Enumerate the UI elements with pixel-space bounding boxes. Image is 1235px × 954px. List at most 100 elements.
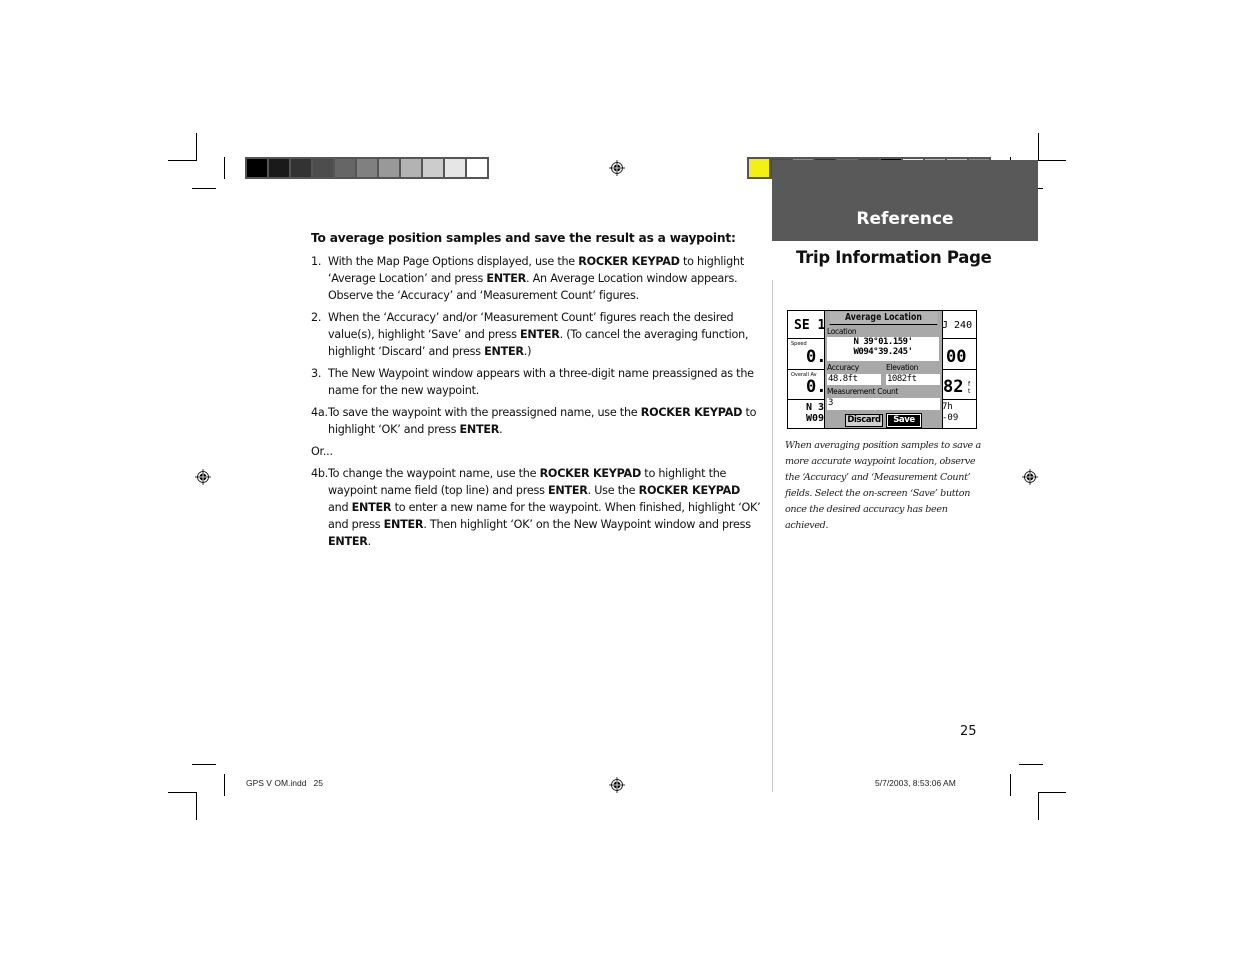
- crop-mark: [224, 774, 225, 796]
- location-field[interactable]: N 39°01.159' W094°39.245': [827, 337, 939, 361]
- crop-mark: [192, 764, 216, 765]
- procedure-step: 4b. To change the waypoint name, use the …: [311, 465, 761, 550]
- step-number: 4a.: [311, 406, 328, 419]
- section-title: Trip Information Page: [796, 248, 992, 267]
- accuracy-label: Accuracy: [827, 363, 859, 372]
- reference-tab-title: Reference: [856, 209, 954, 229]
- registration-mark-icon: [195, 469, 211, 485]
- discard-button[interactable]: Discard: [845, 414, 883, 427]
- gray-swatch: [269, 159, 289, 177]
- heading-left: SE 1: [794, 318, 826, 333]
- crop-mark: [1038, 160, 1066, 161]
- key-name: ENTER: [520, 328, 560, 341]
- right-small-1: 7h: [942, 402, 953, 412]
- slug-filename: GPS V OM.indd 25: [246, 778, 324, 788]
- step-text: . Then highlight ‘OK’ on the New Waypoin…: [423, 518, 751, 531]
- gray-swatch: [445, 159, 465, 177]
- step-text: The New Waypoint window appears with a t…: [328, 367, 754, 397]
- column-divider: [772, 280, 773, 792]
- position-left-2: W09: [806, 413, 825, 424]
- crop-mark: [1038, 133, 1039, 161]
- step-text: With the Map Page Options displayed, use…: [328, 255, 579, 268]
- step-text: .: [367, 535, 372, 548]
- crop-mark: [192, 188, 216, 189]
- key-name: ENTER: [351, 501, 392, 514]
- key-name: ENTER: [547, 484, 588, 497]
- step-text: .): [523, 345, 532, 358]
- step-text: To change the waypoint name, use the: [328, 467, 540, 480]
- gray-swatch: [313, 159, 333, 177]
- location-label: Location: [827, 327, 857, 336]
- elevation-label: Elevation: [886, 363, 919, 372]
- process-swatch: [749, 159, 769, 177]
- step-text: and: [328, 501, 352, 514]
- procedure-step: 3. The New Waypoint window appears with a…: [311, 365, 761, 399]
- registration-mark-icon: [1022, 469, 1038, 485]
- reference-tab: Reference: [772, 160, 1038, 241]
- accuracy-field[interactable]: 48.8ft: [827, 374, 881, 385]
- or-text: Or...: [311, 445, 333, 458]
- crop-mark: [1038, 792, 1039, 820]
- step-number: 4b.: [311, 467, 329, 480]
- gray-swatch: [379, 159, 399, 177]
- key-name: ENTER: [383, 518, 424, 531]
- slug-timestamp: 5/7/2003, 8:53:06 AM: [875, 778, 956, 788]
- gray-swatch: [291, 159, 311, 177]
- step-number: 3.: [311, 367, 322, 380]
- crop-mark: [1010, 774, 1011, 796]
- figure-caption: When averaging position samples to save …: [785, 440, 981, 531]
- latitude-value: N 39°01.159': [853, 337, 913, 347]
- key-name: ENTER: [328, 535, 368, 548]
- gray-swatch: [467, 159, 487, 177]
- gray-swatch: [357, 159, 377, 177]
- key-name: ENTER: [486, 272, 527, 285]
- registration-mark-icon: [609, 777, 625, 793]
- key-name: ROCKER KEYPAD: [638, 484, 741, 497]
- crop-mark: [1038, 792, 1066, 793]
- elevation-field[interactable]: 1082ft: [886, 374, 940, 385]
- gray-swatch: [401, 159, 421, 177]
- crop-mark: [196, 133, 197, 161]
- save-button[interactable]: Save: [886, 413, 922, 428]
- gps-screen-image: SE 1 J 240 Speed 0.( Overall Av 0.( N 3 …: [787, 310, 977, 429]
- crop-mark: [168, 160, 197, 161]
- key-name: ENTER: [459, 423, 500, 436]
- main-column: To average position samples and save the…: [311, 230, 761, 555]
- right-value-1: 00: [946, 347, 967, 367]
- crop-mark: [224, 157, 225, 179]
- steps-list: 1. With the Map Page Options displayed, u…: [311, 253, 761, 438]
- longitude-value: W094°39.245': [853, 347, 913, 357]
- heading-right: J 240: [942, 320, 973, 331]
- key-name: ROCKER KEYPAD: [640, 406, 743, 419]
- position-left-1: N 3: [806, 402, 825, 413]
- crop-mark: [1019, 764, 1043, 765]
- key-name: ENTER: [484, 345, 524, 358]
- registration-mark-icon: [609, 160, 625, 176]
- step-text: . Use the: [587, 484, 639, 497]
- procedure-step: 2. When the ‘Accuracy’ and/or ‘Measuremen…: [311, 309, 761, 360]
- crop-mark: [196, 792, 197, 820]
- procedure-heading: To average position samples and save the…: [311, 231, 736, 245]
- step-text: .: [499, 423, 503, 436]
- key-name: ROCKER KEYPAD: [578, 255, 680, 268]
- right-small-2: -09: [942, 413, 959, 423]
- page-number: 25: [960, 724, 977, 739]
- gray-swatch: [247, 159, 267, 177]
- step-number: 2.: [311, 311, 322, 324]
- step-number: 1.: [311, 255, 322, 268]
- procedure-step: 1. With the Map Page Options displayed, u…: [311, 253, 761, 304]
- step-4b: 4b. To change the waypoint name, use the …: [311, 465, 761, 550]
- right-units-2: ft: [968, 381, 971, 395]
- gray-swatch: [423, 159, 443, 177]
- procedure-step: 4a. To save the waypoint with the preassi…: [311, 404, 761, 438]
- average-location-dialog: Average Location Location N 39°01.159' W…: [824, 311, 943, 428]
- measurement-count-field[interactable]: 3: [827, 398, 940, 410]
- measurement-count-label: Measurement Count: [827, 387, 899, 396]
- step-text: To save the waypoint with the preassigne…: [328, 406, 641, 419]
- speed-label: Speed: [791, 341, 807, 347]
- gray-swatch: [335, 159, 355, 177]
- grayscale-color-bar: [245, 157, 489, 179]
- key-name: ROCKER KEYPAD: [539, 467, 642, 480]
- dialog-title: Average Location: [829, 312, 938, 325]
- crop-mark: [168, 792, 197, 793]
